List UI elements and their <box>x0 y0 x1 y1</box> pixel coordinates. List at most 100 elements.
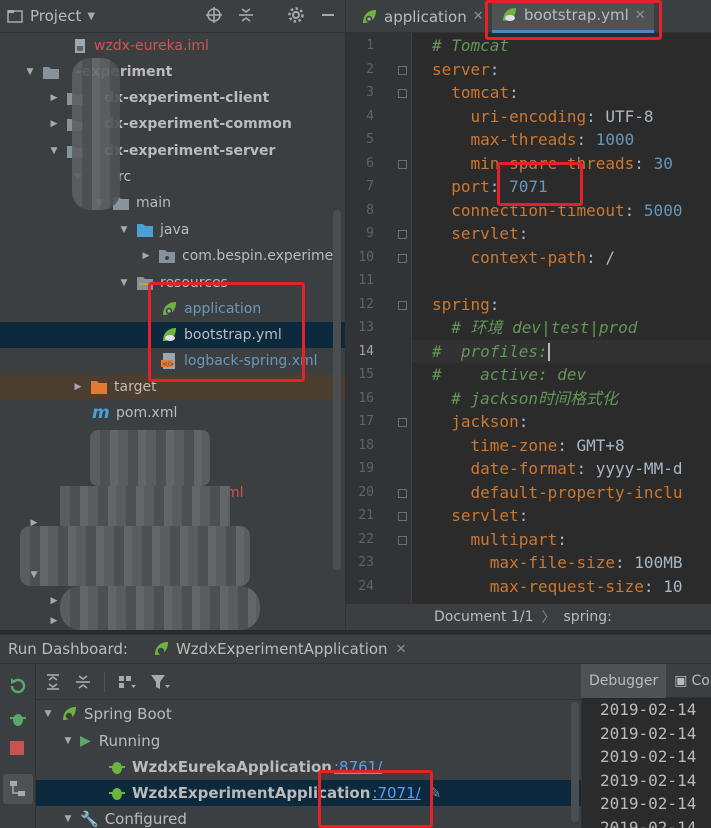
app-name: WzdxEurekaApplication <box>132 758 332 776</box>
breadcrumb-item[interactable]: spring: <box>564 609 612 625</box>
fold-marker-icon[interactable] <box>398 488 407 498</box>
expand-arrow-icon[interactable]: ▼ <box>40 709 56 719</box>
run-tree-eureka-app[interactable]: WzdxEurekaApplication :8761/ <box>36 754 581 780</box>
tree-item-client-module[interactable]: ▶ dx-experiment-client <box>0 85 345 111</box>
code-token: max-threads <box>470 130 577 149</box>
filter-icon[interactable] <box>149 673 171 691</box>
tree-item-eureka-iml[interactable]: wzdx-eureka.iml <box>0 33 345 59</box>
expand-arrow-icon[interactable]: ▼ <box>60 736 76 746</box>
tab-console[interactable]: ▣ Co <box>666 664 711 698</box>
tree-item-package[interactable]: ▶ com.bespin.experimen <box>0 243 345 269</box>
spring-debug-app-icon <box>109 788 125 800</box>
line-number: 21 <box>358 508 374 523</box>
expand-arrow-icon[interactable]: ▼ <box>116 225 132 235</box>
spring-debug-app-icon <box>109 762 125 774</box>
tree-item-pom[interactable]: m pom.xml <box>0 400 345 426</box>
tree-item-label: dx-experiment-server <box>104 143 276 159</box>
expand-arrow-icon[interactable]: ▶ <box>70 382 86 392</box>
code-token: max-request-size <box>489 576 644 596</box>
fold-marker-icon[interactable] <box>398 300 407 310</box>
document-indicator[interactable]: Document 1/1 <box>434 609 534 625</box>
expand-arrow-icon[interactable]: ▶ <box>46 93 62 103</box>
close-icon[interactable]: ✕ <box>396 642 407 657</box>
code-token: spring <box>432 294 490 314</box>
project-view-icon[interactable] <box>6 7 24 25</box>
expand-all-icon[interactable] <box>44 673 62 691</box>
code-token: # 环境 dev|test|prod <box>451 318 638 337</box>
tree-item-label: dx-experiment-common <box>104 116 292 132</box>
tree-item-arrow-only[interactable]: ▶ <box>0 510 345 536</box>
code-token: server <box>432 59 490 79</box>
project-scrollbar[interactable] <box>333 210 341 570</box>
code-token: : / <box>586 247 616 267</box>
code-token: : yyyy-MM-d <box>576 459 683 478</box>
line-number: 4 <box>366 108 374 124</box>
expand-arrow-icon[interactable]: ▼ <box>46 146 62 156</box>
stop-icon[interactable] <box>9 740 25 756</box>
expand-arrow-icon[interactable]: ▶ <box>138 251 154 261</box>
fold-marker-icon[interactable] <box>398 253 407 263</box>
code-line: # active: dev <box>432 363 586 387</box>
code-token: port <box>451 177 490 196</box>
run-tree-experiment-app[interactable]: WzdxExperimentApplication :7071/ ✎ <box>36 780 581 806</box>
run-tab-label[interactable]: WzdxExperimentApplication <box>176 640 388 658</box>
layout-toggle-button[interactable] <box>3 774 33 804</box>
gear-icon[interactable] <box>287 6 305 24</box>
code-token: # jackson时间格式化 <box>451 388 618 408</box>
tree-item-experiment-module[interactable]: ▼ -experiment <box>0 59 345 85</box>
tree-item-label: pom.xml <box>116 405 178 421</box>
fold-marker-icon[interactable] <box>398 159 407 169</box>
run-tree-configured[interactable]: ▼ 🔧 Configured <box>36 806 581 828</box>
log-line: 2019-02-14 <box>600 723 697 743</box>
fold-marker-icon[interactable] <box>398 512 407 521</box>
expand-arrow-icon[interactable]: ▼ <box>116 278 132 288</box>
close-icon[interactable]: ✕ <box>473 9 484 24</box>
run-dashboard-header: Run Dashboard: WzdxExperimentApplication… <box>0 634 711 664</box>
line-number: 13 <box>358 320 374 335</box>
editor-scrollbar[interactable] <box>701 36 709 596</box>
tree-item-server-module[interactable]: ▼ dx-experiment-server <box>0 138 345 164</box>
run-tree-spring-boot[interactable]: ▼ Spring Boot <box>36 701 581 727</box>
tab-application[interactable]: application ✕ <box>352 0 492 33</box>
group-by-icon[interactable] <box>117 673 137 691</box>
code-token: jackson <box>451 412 519 431</box>
tab-debugger[interactable]: Debugger <box>581 664 667 698</box>
tree-item-arrow-only[interactable]: ▶ <box>0 608 345 630</box>
code-line: context-path: / <box>432 246 616 270</box>
tree-item-src[interactable]: ▼ rc <box>0 164 345 190</box>
fold-marker-icon[interactable] <box>398 418 407 427</box>
fold-marker-icon[interactable] <box>398 230 407 239</box>
expand-arrow-icon[interactable]: ▼ <box>22 67 38 77</box>
collapse-all-icon[interactable] <box>74 673 92 691</box>
fold-marker-icon[interactable] <box>398 535 407 545</box>
tree-item-arrow-only[interactable]: ▼ <box>0 562 345 588</box>
chevron-down-icon[interactable]: ▼ <box>87 11 95 22</box>
code-token: servlet <box>451 506 519 525</box>
fold-marker-icon[interactable] <box>398 65 407 75</box>
tree-item-java[interactable]: ▼ java <box>0 217 345 243</box>
rerun-icon[interactable] <box>8 676 28 696</box>
project-panel-title[interactable]: Project <box>30 7 81 25</box>
debug-icon[interactable] <box>8 708 28 728</box>
collapse-all-icon[interactable] <box>237 6 255 24</box>
expand-arrow-icon[interactable]: ▼ <box>60 814 76 824</box>
locate-target-icon[interactable] <box>205 6 223 24</box>
text-caret <box>547 343 550 361</box>
line-number: 19 <box>358 461 374 476</box>
line-number: 7 <box>366 179 374 194</box>
code-token: : <box>634 153 654 173</box>
run-tree-running[interactable]: ▼ ▶ Running <box>36 728 581 754</box>
log-line: 2019-02-14 <box>600 700 697 719</box>
minimize-icon[interactable] <box>319 6 337 24</box>
fold-marker-icon[interactable] <box>398 89 407 98</box>
code-token: default-property-inclu <box>470 482 683 502</box>
tree-item-main[interactable]: ▼ main <box>0 190 345 216</box>
code-line: time-zone: GMT+8 <box>432 434 625 458</box>
tree-item-common-module[interactable]: ▶ dx-experiment-common <box>0 111 345 137</box>
expand-arrow-icon[interactable]: ▶ <box>46 119 62 129</box>
run-dashboard-title: Run Dashboard: <box>8 640 128 658</box>
run-tree-scrollbar[interactable] <box>571 702 579 822</box>
